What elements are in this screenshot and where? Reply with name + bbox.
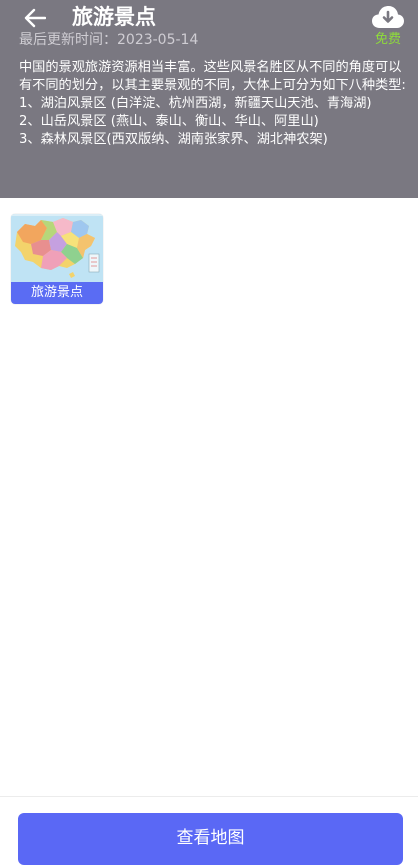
china-map-thumbnail xyxy=(11,214,103,282)
arrow-left-icon xyxy=(24,8,46,28)
thumbnail-label: 旅游景点 xyxy=(11,282,103,304)
download-button[interactable]: 免费 xyxy=(370,4,406,48)
footer-divider xyxy=(0,796,418,797)
map-thumbnail-card[interactable]: 旅游景点 xyxy=(11,214,103,304)
back-button[interactable] xyxy=(18,4,52,32)
last-updated-text: 最后更新时间：2023-05-14 xyxy=(19,32,199,48)
description-text: 中国的景观旅游资源相当丰富。这些风景名胜区从不同的角度可以有不同的划分，以其主要… xyxy=(19,60,406,147)
view-map-button[interactable]: 查看地图 xyxy=(18,813,403,865)
free-badge: 免费 xyxy=(374,32,401,47)
page-title: 旅游景点 xyxy=(72,5,156,29)
header-panel: 旅游景点 最后更新时间：2023-05-14 免费 中国的景观旅游资源相当丰富。… xyxy=(0,0,418,198)
cloud-download-icon xyxy=(372,6,404,28)
